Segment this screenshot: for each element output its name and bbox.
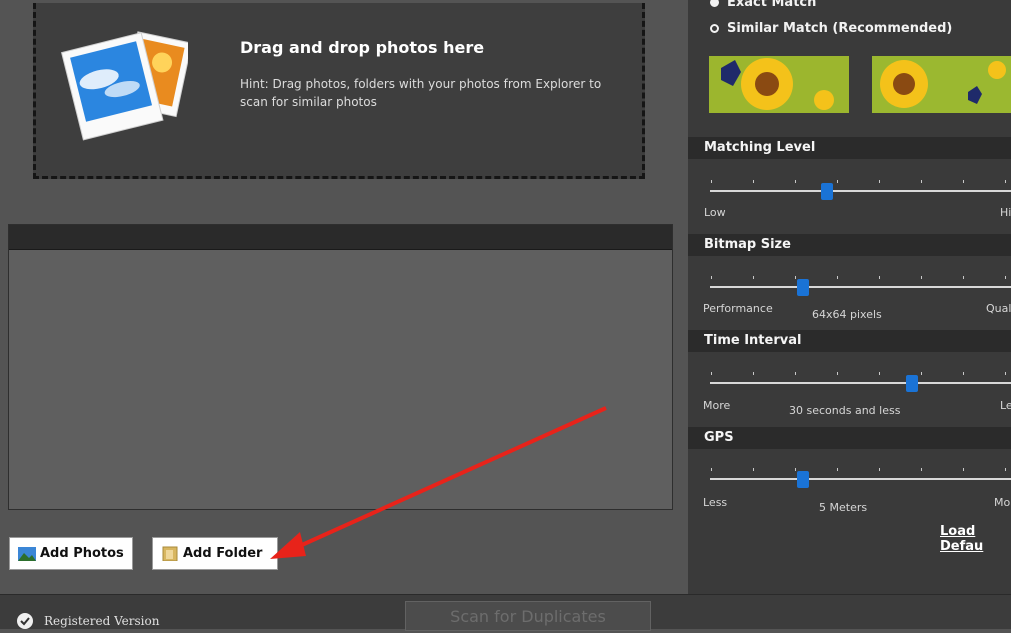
scan-for-duplicates-button[interactable]: Scan for Duplicates	[405, 601, 651, 631]
slider-handle[interactable]	[906, 375, 918, 392]
slider-tick	[879, 468, 880, 471]
matching-level-slider[interactable]	[710, 180, 1011, 200]
slider-tick	[837, 372, 838, 375]
slider-tick	[963, 468, 964, 471]
matching-level-high-label: Hi	[1000, 206, 1011, 219]
load-defaults-link[interactable]: Load Defau	[940, 524, 1011, 554]
similar-match-example-image	[872, 56, 1011, 113]
slider-tick	[711, 372, 712, 375]
bitmap-size-header: Bitmap Size	[688, 234, 1011, 256]
slider-tick	[795, 468, 796, 471]
slider-tick	[1005, 276, 1006, 279]
settings-panel: Exact Match Similar Match (Recommended) …	[688, 0, 1011, 594]
file-list[interactable]	[8, 224, 673, 510]
slider-tick	[921, 276, 922, 279]
exact-match-example-image	[709, 56, 849, 113]
folder-icon	[162, 546, 178, 561]
slider-tick	[711, 276, 712, 279]
add-folder-label: Add Folder	[183, 546, 263, 561]
slider-tick	[711, 468, 712, 471]
time-interval-header: Time Interval	[688, 330, 1011, 352]
time-interval-value-label: 30 seconds and less	[789, 404, 901, 417]
slider-track	[710, 478, 1011, 480]
exact-match-label: Exact Match	[727, 0, 817, 10]
slider-tick	[837, 276, 838, 279]
slider-tick	[711, 180, 712, 183]
slider-tick	[879, 180, 880, 183]
slider-tick	[921, 468, 922, 471]
radio-selected-icon	[710, 0, 719, 7]
slider-tick	[795, 372, 796, 375]
similar-match-label: Similar Match (Recommended)	[727, 21, 953, 36]
slider-tick	[837, 180, 838, 183]
slider-tick	[753, 180, 754, 183]
slider-tick	[795, 276, 796, 279]
time-interval-left-label: More	[703, 399, 731, 412]
exact-match-option[interactable]: Exact Match	[710, 0, 816, 10]
file-list-header	[9, 225, 672, 250]
drop-hint: Hint: Drag photos, folders with your pho…	[240, 77, 602, 109]
slider-tick	[753, 468, 754, 471]
slider-track	[710, 382, 1011, 384]
slider-tick	[879, 276, 880, 279]
add-photos-button[interactable]: Add Photos	[9, 537, 133, 570]
slider-tick	[963, 180, 964, 183]
drop-title: Drag and drop photos here	[240, 38, 485, 57]
slider-tick	[921, 372, 922, 375]
footer-bar: Registered Version Scan for Duplicates	[0, 594, 1011, 631]
gps-value-label: 5 Meters	[819, 501, 868, 514]
slider-tick	[921, 180, 922, 183]
slider-tick	[753, 276, 754, 279]
slider-tick	[1005, 468, 1006, 471]
radio-unselected-icon	[710, 24, 719, 33]
slider-tick	[963, 276, 964, 279]
slider-handle[interactable]	[797, 279, 809, 296]
bitmap-size-slider[interactable]	[710, 276, 1011, 296]
drop-zone[interactable]: Drag and drop photos here Hint: Drag pho…	[33, 3, 645, 179]
slider-tick	[837, 468, 838, 471]
main-panel: Drag and drop photos here Hint: Drag pho…	[0, 0, 688, 594]
add-folder-button[interactable]: Add Folder	[152, 537, 278, 570]
photos-icon	[60, 31, 188, 141]
slider-handle[interactable]	[821, 183, 833, 200]
time-interval-right-label: Le	[1000, 399, 1011, 412]
similar-match-option[interactable]: Similar Match (Recommended)	[710, 21, 952, 36]
matching-level-header: Matching Level	[688, 137, 1011, 159]
add-photos-label: Add Photos	[40, 546, 124, 561]
gps-right-label: Mo	[994, 496, 1011, 509]
slider-handle[interactable]	[797, 471, 809, 488]
slider-tick	[753, 372, 754, 375]
bitmap-size-value-label: 64x64 pixels	[812, 308, 882, 321]
registered-version-label: Registered Version	[44, 614, 160, 628]
checkmark-icon	[17, 613, 33, 629]
slider-tick	[879, 372, 880, 375]
slider-tick	[1005, 180, 1006, 183]
bitmap-size-left-label: Performance	[703, 302, 773, 315]
bitmap-size-right-label: Qual	[986, 302, 1011, 315]
slider-tick	[1005, 372, 1006, 375]
gps-left-label: Less	[703, 496, 728, 509]
image-icon	[18, 546, 36, 561]
time-interval-slider[interactable]	[710, 372, 1011, 392]
slider-tick	[795, 180, 796, 183]
slider-tick	[963, 372, 964, 375]
matching-level-low-label: Low	[704, 206, 726, 219]
slider-track	[710, 286, 1011, 288]
gps-header: GPS	[688, 427, 1011, 449]
slider-track	[710, 190, 1011, 192]
gps-slider[interactable]	[710, 468, 1011, 488]
